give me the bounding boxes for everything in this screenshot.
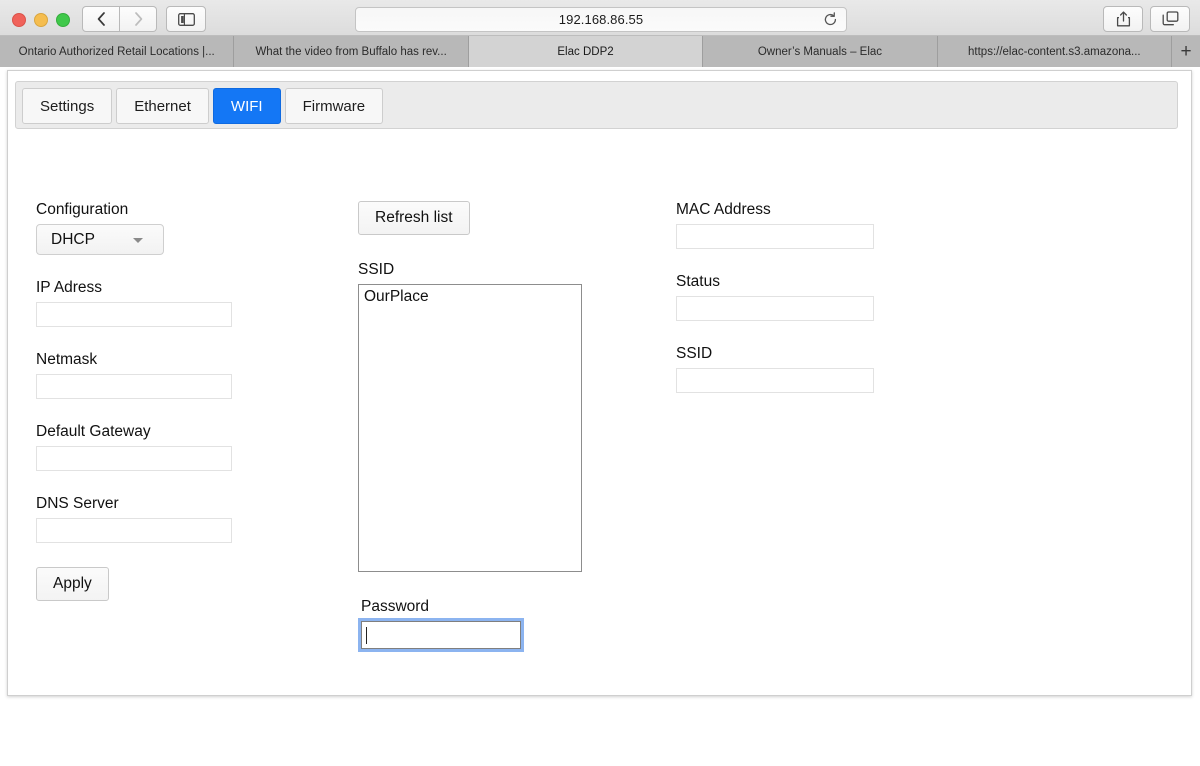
tab-overview-icon (1162, 11, 1178, 26)
navigation-buttons (82, 6, 157, 32)
ssid-listbox[interactable]: OurPlace (358, 284, 582, 572)
dns-server-input[interactable] (36, 518, 232, 543)
new-tab-button[interactable]: + (1172, 36, 1200, 67)
browser-window: 192.168.86.55 Ontario Authorized Retail … (0, 0, 1200, 698)
ip-address-group: IP Adress (36, 279, 336, 327)
dns-server-group: DNS Server (36, 495, 336, 543)
page-nav-bar: Settings Ethernet WIFI Firmware (15, 81, 1178, 129)
browser-tab[interactable]: Owner’s Manuals – Elac (703, 36, 938, 67)
ip-address-input[interactable] (36, 302, 232, 327)
forward-button[interactable] (120, 6, 157, 32)
ssid-list-group: SSID OurPlace (358, 261, 658, 572)
connected-ssid-label: SSID (676, 345, 713, 362)
window-controls (12, 13, 70, 27)
status-field[interactable] (676, 296, 874, 321)
page-content: Settings Ethernet WIFI Firmware Configur… (7, 70, 1192, 696)
apply-button[interactable]: Apply (36, 567, 109, 601)
configuration-group: Configuration DHCP (36, 201, 336, 255)
refresh-list-button[interactable]: Refresh list (358, 201, 470, 235)
password-input[interactable] (358, 618, 524, 652)
status-group: Status (676, 273, 976, 321)
toolbar-right-buttons (1103, 6, 1190, 32)
forward-icon (134, 12, 142, 26)
minimize-window-button[interactable] (34, 13, 48, 27)
configuration-select[interactable]: DHCP (36, 224, 164, 255)
wifi-scan-column: Refresh list SSID OurPlace Password (358, 201, 658, 673)
ssid-list-label: SSID (358, 261, 395, 278)
password-label: Password (361, 598, 430, 615)
back-icon (97, 12, 105, 26)
share-icon (1116, 11, 1130, 27)
url-text: 192.168.86.55 (558, 12, 644, 27)
browser-tab-strip: Ontario Authorized Retail Locations |...… (0, 36, 1200, 67)
tab-settings[interactable]: Settings (22, 88, 113, 124)
status-label: Status (676, 273, 720, 290)
close-window-button[interactable] (12, 13, 26, 27)
netmask-label: Netmask (36, 351, 98, 368)
configuration-selected-value: DHCP (51, 230, 95, 248)
default-gateway-group: Default Gateway (36, 423, 336, 471)
wifi-status-column: MAC Address Status SSID (676, 201, 976, 417)
password-group: Password (358, 596, 658, 652)
dns-server-label: DNS Server (36, 495, 119, 512)
address-bar[interactable]: 192.168.86.55 (355, 7, 847, 32)
tab-ethernet[interactable]: Ethernet (116, 88, 209, 124)
default-gateway-input[interactable] (36, 446, 232, 471)
netmask-input[interactable] (36, 374, 232, 399)
configuration-label: Configuration (36, 201, 129, 218)
mac-address-group: MAC Address (676, 201, 976, 249)
ip-address-label: IP Adress (36, 279, 103, 296)
sidebar-icon (177, 12, 195, 26)
browser-tab-active[interactable]: Elac DDP2 (468, 36, 704, 67)
browser-tab[interactable]: Ontario Authorized Retail Locations |... (0, 36, 235, 67)
default-gateway-label: Default Gateway (36, 423, 151, 440)
mac-address-label: MAC Address (676, 201, 771, 218)
list-item[interactable]: OurPlace (362, 287, 578, 307)
text-caret (366, 626, 367, 644)
sidebar-toggle-button[interactable] (166, 6, 206, 32)
connected-ssid-group: SSID (676, 345, 976, 393)
reload-icon (824, 12, 837, 26)
chevron-down-icon (133, 238, 143, 243)
netmask-group: Netmask (36, 351, 336, 399)
connected-ssid-field[interactable] (676, 368, 874, 393)
browser-tab[interactable]: What the video from Buffalo has rev... (234, 36, 469, 67)
network-config-column: Configuration DHCP IP Adress Netmask Def… (36, 201, 336, 601)
browser-tab[interactable]: https://elac-content.s3.amazona... (937, 36, 1173, 67)
tab-firmware[interactable]: Firmware (284, 88, 384, 124)
browser-toolbar: 192.168.86.55 (0, 0, 1200, 36)
page-nav-tabs: Settings Ethernet WIFI Firmware (22, 88, 387, 124)
share-button[interactable] (1103, 6, 1143, 32)
tab-wifi[interactable]: WIFI (212, 88, 281, 124)
reload-button[interactable] (823, 12, 838, 32)
back-button[interactable] (82, 6, 120, 32)
mac-address-field[interactable] (676, 224, 874, 249)
maximize-window-button[interactable] (56, 13, 70, 27)
tab-overview-button[interactable] (1150, 6, 1190, 32)
